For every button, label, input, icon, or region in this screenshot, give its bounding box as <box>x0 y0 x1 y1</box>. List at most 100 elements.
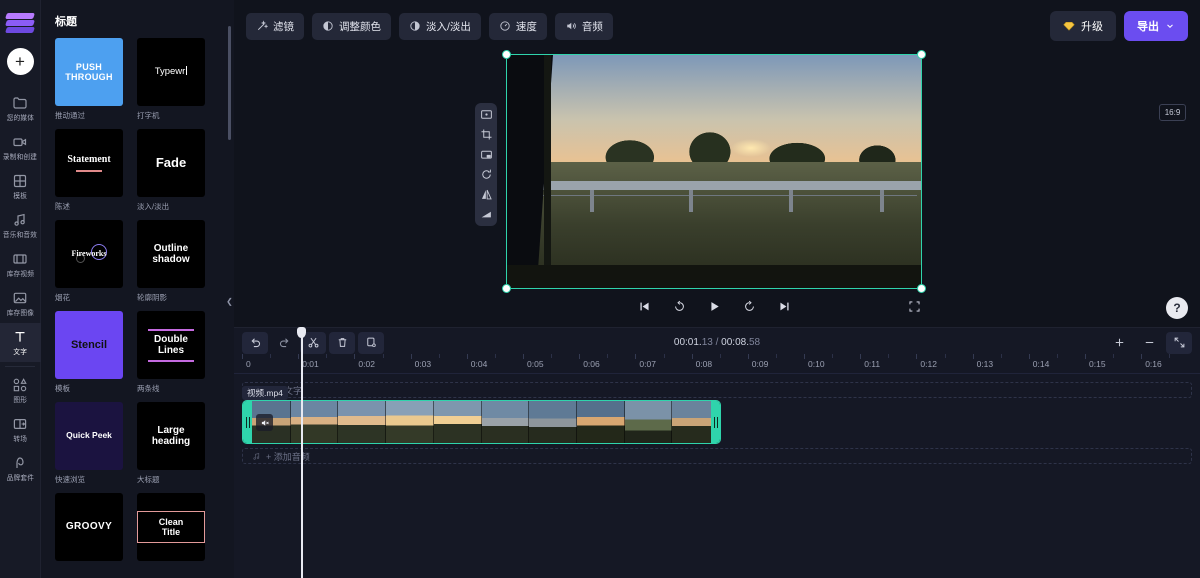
panel-collapse-chevron-icon[interactable]: ❮ <box>224 290 234 312</box>
sidebar-label: 图形 <box>13 395 27 405</box>
add-media-button[interactable]: + <box>7 48 34 75</box>
upgrade-label: 升级 <box>1081 18 1103 34</box>
template-tile[interactable]: Typewr 打字机 <box>137 38 205 121</box>
template-tile[interactable]: Quick Peek 快速浏览 <box>55 402 123 485</box>
timeline-zoom-controls <box>1106 332 1192 354</box>
skip-to-start-icon[interactable] <box>638 300 651 313</box>
resize-handle-bottom-right[interactable] <box>917 284 926 293</box>
template-label: 两条线 <box>137 383 205 394</box>
fit-timeline-button[interactable] <box>1166 332 1192 354</box>
button-label: 淡入/淡出 <box>426 19 471 34</box>
upgrade-button[interactable]: 升级 <box>1050 11 1116 41</box>
fade-button[interactable]: 淡入/淡出 <box>399 13 481 40</box>
contrast-icon <box>322 20 334 32</box>
line-decoration <box>148 360 194 362</box>
template-tile[interactable]: Double Lines 两条线 <box>137 311 205 394</box>
sidebar-item-stock-images[interactable]: 库存图像 <box>0 284 41 323</box>
template-thumbnail[interactable]: Fireworks <box>55 220 123 288</box>
template-thumbnail[interactable]: GROOVY <box>55 493 123 561</box>
fullscreen-icon[interactable] <box>908 300 921 313</box>
template-thumbnail[interactable]: Stencil <box>55 311 123 379</box>
text-t-icon <box>12 329 28 345</box>
template-preview-text: Clean Title <box>146 517 196 538</box>
resize-handle-top-left[interactable] <box>502 50 511 59</box>
timeline-ruler[interactable]: 00:010:020:030:040:050:060:070:080:090:1… <box>234 354 1200 374</box>
aspect-ratio-badge[interactable]: 16:9 <box>1159 104 1186 121</box>
template-tile[interactable]: Fade 淡入/淡出 <box>137 129 205 212</box>
template-thumbnail[interactable]: Quick Peek <box>55 402 123 470</box>
sidebar-item-text[interactable]: 文字 <box>0 323 41 362</box>
speed-button[interactable]: 速度 <box>489 13 547 40</box>
rewind-5s-icon[interactable] <box>673 300 686 313</box>
fit-to-frame-icon[interactable] <box>480 108 493 121</box>
zoom-in-button[interactable] <box>1106 332 1132 354</box>
zoom-out-button[interactable] <box>1136 332 1162 354</box>
template-tile[interactable]: Stencil 模板 <box>55 311 123 394</box>
template-thumbnail[interactable]: Outline shadow <box>137 220 205 288</box>
template-tile[interactable]: Statement 陈述 <box>55 129 123 212</box>
clip-trim-handle-left[interactable] <box>243 401 252 443</box>
template-tile[interactable]: Outline shadow 轮廓阴影 <box>137 220 205 303</box>
ruler-tick: 0:08 <box>693 354 713 374</box>
template-tile[interactable]: Large heading 大标题 <box>137 402 205 485</box>
mask-icon[interactable] <box>480 208 493 221</box>
sidebar-item-templates[interactable]: 模板 <box>0 167 41 206</box>
clip-thumbnail-frame <box>577 401 625 443</box>
add-text-track[interactable]: 添加文字 <box>242 382 1192 398</box>
sidebar-item-stock-video[interactable]: 库存视频 <box>0 245 41 284</box>
template-thumbnail[interactable]: Statement <box>55 129 123 197</box>
export-button[interactable]: 导出 <box>1124 11 1188 41</box>
film-icon <box>12 251 28 267</box>
duplicate-button[interactable] <box>358 332 384 354</box>
button-label: 速度 <box>516 19 537 34</box>
app-root: + 您的媒体 录制和创建 模板 音乐和音效 库存视频 <box>0 0 1200 578</box>
template-tile[interactable]: GROOVY <box>55 493 123 565</box>
template-preview-text: Fireworks <box>68 249 111 258</box>
audio-button[interactable]: 音频 <box>555 13 613 40</box>
template-tile[interactable]: Fireworks 烟花 <box>55 220 123 303</box>
skip-to-end-icon[interactable] <box>778 300 791 313</box>
split-scissors-icon <box>307 336 320 349</box>
sidebar-item-music-sfx[interactable]: 音乐和音效 <box>0 206 41 245</box>
underline-decoration <box>76 170 102 172</box>
sidebar-item-your-media[interactable]: 您的媒体 <box>0 89 41 128</box>
undo-button[interactable] <box>242 332 268 354</box>
picture-in-picture-icon[interactable] <box>480 148 493 161</box>
rotate-icon[interactable] <box>480 168 493 181</box>
forward-5s-icon[interactable] <box>743 300 756 313</box>
add-audio-track[interactable]: + 添加音频 <box>242 448 1192 464</box>
resize-handle-bottom-left[interactable] <box>502 284 511 293</box>
flip-horizontal-icon[interactable] <box>480 188 493 201</box>
magic-wand-icon <box>256 20 268 32</box>
template-tile[interactable]: Clean Title <box>137 493 205 565</box>
template-thumbnail[interactable]: PUSH THROUGH <box>55 38 123 106</box>
delete-button[interactable] <box>329 332 355 354</box>
template-thumbnail[interactable]: Clean Title <box>137 493 205 561</box>
template-thumbnail[interactable]: Fade <box>137 129 205 197</box>
sidebar-item-transitions[interactable]: 转场 <box>0 410 41 449</box>
sidebar-item-shapes[interactable]: 图形 <box>0 371 41 410</box>
redo-button[interactable] <box>271 332 297 354</box>
play-icon[interactable] <box>708 300 721 313</box>
template-thumbnail[interactable]: Large heading <box>137 402 205 470</box>
video-preview[interactable] <box>507 55 921 288</box>
template-grid-icon <box>12 173 28 189</box>
template-thumbnail[interactable]: Double Lines <box>137 311 205 379</box>
adjust-color-button[interactable]: 调整颜色 <box>312 13 391 40</box>
clip-trim-handle-right[interactable] <box>711 401 720 443</box>
top-toolbar: 滤镜 调整颜色 淡入/淡出 速度 音频 升级 <box>234 0 1200 52</box>
sidebar-label: 库存视频 <box>6 269 33 279</box>
template-thumbnail[interactable]: Typewr <box>137 38 205 106</box>
playhead-handle[interactable] <box>297 327 306 338</box>
playhead[interactable] <box>301 328 303 578</box>
sidebar-item-brand-kit[interactable]: 品牌套件 <box>0 449 41 488</box>
video-clip[interactable] <box>242 400 721 444</box>
sidebar-item-record-create[interactable]: 录制和创建 <box>0 128 41 167</box>
panel-scrollbar[interactable] <box>228 26 231 140</box>
template-tile[interactable]: PUSH THROUGH 推动通过 <box>55 38 123 121</box>
help-button[interactable]: ? <box>1166 297 1188 319</box>
filter-button[interactable]: 滤镜 <box>246 13 304 40</box>
crop-icon[interactable] <box>480 128 493 141</box>
resize-handle-top-right[interactable] <box>917 50 926 59</box>
clip-mute-button[interactable] <box>256 414 273 431</box>
